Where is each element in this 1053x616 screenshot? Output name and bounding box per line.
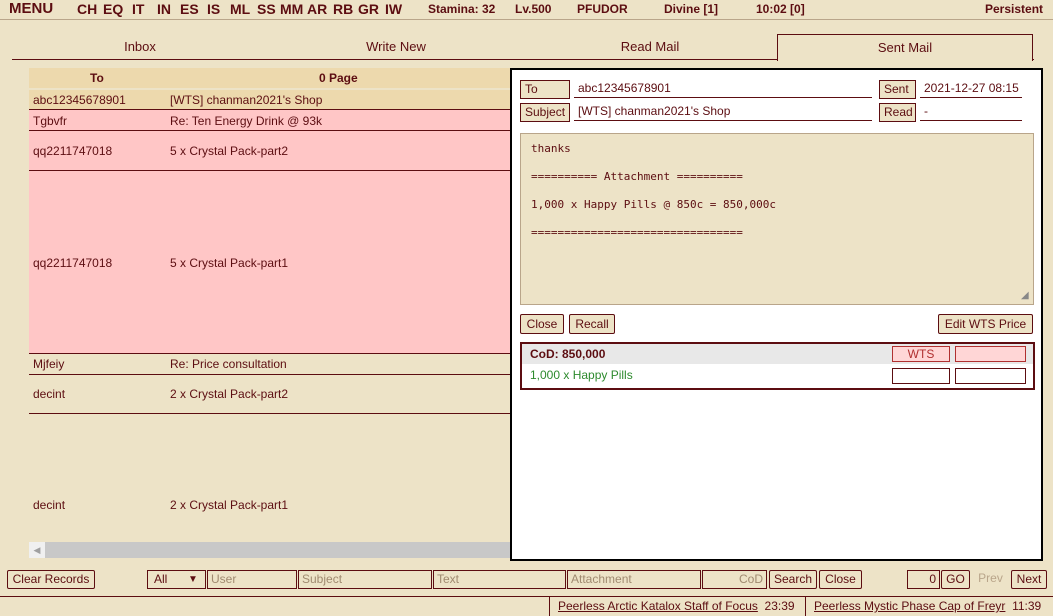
- persistent-label[interactable]: Persistent: [985, 2, 1043, 16]
- row-subject: Re: Price consultation: [170, 357, 287, 371]
- footer-item[interactable]: Peerless Arctic Katalox Staff of Focus 2…: [549, 597, 795, 616]
- nav-link-gr[interactable]: GR: [358, 1, 379, 17]
- footer-item-name[interactable]: Peerless Arctic Katalox Staff of Focus: [558, 599, 758, 613]
- table-row[interactable]: qq2211747018 5 x Crystal Pack-part1: [29, 171, 512, 354]
- character-name: PFUDOR: [577, 2, 628, 16]
- nav-link-ml[interactable]: ML: [230, 1, 250, 17]
- table-row[interactable]: Mjfeiy Re: Price consultation: [29, 354, 512, 375]
- close-search-button[interactable]: Close: [819, 570, 862, 589]
- nav-link-rb[interactable]: RB: [333, 1, 353, 17]
- resize-grip-icon[interactable]: ◢: [1021, 291, 1031, 301]
- text-input[interactable]: Text: [433, 570, 566, 589]
- table-row[interactable]: decint 2 x Crystal Pack-part1: [29, 414, 512, 542]
- row-to: abc12345678901: [33, 93, 126, 107]
- item-price-box: [955, 368, 1026, 384]
- sent-field: 2021-12-27 08:15: [920, 80, 1022, 98]
- footer-item-time: 11:39: [1012, 599, 1042, 613]
- next-button[interactable]: Next: [1011, 570, 1047, 589]
- clear-records-button[interactable]: Clear Records: [7, 570, 95, 589]
- mail-body-textarea[interactable]: thanks ========== Attachment ========== …: [520, 133, 1034, 305]
- row-to: qq2211747018: [33, 144, 113, 158]
- subject-input[interactable]: Subject: [298, 570, 432, 589]
- mail-tabs: Inbox Write New Read Mail Sent Mail: [12, 34, 1034, 61]
- nav-link-es[interactable]: ES: [180, 1, 199, 17]
- horizontal-scrollbar[interactable]: ◀: [29, 542, 512, 558]
- nav-link-ar[interactable]: AR: [307, 1, 327, 17]
- nav-link-iw[interactable]: IW: [385, 1, 402, 17]
- table-row[interactable]: Tgbvfr Re: Ten Energy Drink @ 93k: [29, 110, 512, 131]
- row-to: Tgbvfr: [33, 114, 68, 128]
- subject-field: [WTS] chanman2021's Shop: [574, 103, 872, 121]
- row-subject: 2 x Crystal Pack-part2: [170, 387, 289, 401]
- nav-link-ss[interactable]: SS: [257, 1, 276, 17]
- row-to: Mjfeiy: [33, 357, 65, 371]
- read-field: -: [920, 103, 1022, 121]
- tab-sent-mail[interactable]: Sent Mail: [777, 34, 1033, 61]
- cod-amount: CoD: 850,000: [530, 347, 606, 361]
- footer-item[interactable]: Peerless Mystic Phase Cap of Freyr 11:39: [805, 597, 1041, 616]
- edit-wts-price-button[interactable]: Edit WTS Price: [938, 314, 1033, 334]
- wts-price-box: [955, 346, 1026, 362]
- mail-detail-pane: To abc12345678901 Sent 2021-12-27 08:15 …: [510, 68, 1043, 561]
- row-subject: Re: Ten Energy Drink @ 93k: [170, 114, 323, 128]
- sent-label: Sent: [879, 80, 916, 99]
- to-label: To: [520, 80, 570, 99]
- tab-write-new[interactable]: Write New: [268, 34, 524, 60]
- cod-row: CoD: 850,000 WTS: [522, 344, 1033, 364]
- nav-link-in[interactable]: IN: [157, 1, 171, 17]
- user-input[interactable]: User: [207, 570, 297, 589]
- chevron-down-icon: ▼: [188, 574, 198, 585]
- attachment-box: CoD: 850,000 WTS 1,000 x Happy Pills: [520, 342, 1035, 390]
- read-label: Read: [879, 103, 916, 122]
- nav-link-ch[interactable]: CH: [77, 1, 97, 17]
- prev-button[interactable]: Prev: [972, 570, 1009, 589]
- difficulty-display: Divine [1]: [664, 2, 719, 16]
- col-page-header: 0 Page: [319, 71, 358, 85]
- page-input[interactable]: 0: [907, 570, 940, 589]
- wts-badge: WTS: [892, 346, 950, 362]
- table-row[interactable]: abc12345678901 [WTS] chanman2021's Shop: [29, 90, 512, 110]
- footer-item-time: 23:39: [764, 599, 795, 613]
- level-display: Lv.500: [515, 2, 552, 16]
- mail-list: To 0 Page abc12345678901 [WTS] chanman20…: [29, 68, 512, 558]
- nav-link-it[interactable]: IT: [132, 1, 144, 17]
- to-field: abc12345678901: [574, 80, 872, 98]
- attachment-item: 1,000 x Happy Pills: [530, 368, 633, 382]
- footer-bar: Peerless Arctic Katalox Staff of Focus 2…: [0, 596, 1053, 616]
- tab-inbox[interactable]: Inbox: [12, 34, 268, 60]
- nav-link-mm[interactable]: MM: [280, 1, 303, 17]
- search-button[interactable]: Search: [769, 570, 817, 589]
- table-row[interactable]: qq2211747018 5 x Crystal Pack-part2: [29, 131, 512, 171]
- tab-read-mail[interactable]: Read Mail: [522, 34, 778, 60]
- recall-button[interactable]: Recall: [569, 314, 615, 334]
- row-to: decint: [33, 387, 66, 401]
- close-mail-button[interactable]: Close: [520, 314, 564, 334]
- filter-select[interactable]: All ▼: [147, 570, 206, 589]
- nav-link-is[interactable]: IS: [207, 1, 220, 17]
- row-subject: 2 x Crystal Pack-part1: [170, 498, 289, 512]
- footer-item-name[interactable]: Peerless Mystic Phase Cap of Freyr: [814, 599, 1005, 613]
- cod-input[interactable]: CoD: [702, 570, 767, 589]
- nav-link-eq[interactable]: EQ: [103, 1, 123, 17]
- row-to: decint: [33, 498, 66, 512]
- row-subject: 5 x Crystal Pack-part1: [170, 256, 289, 270]
- filter-value: All: [154, 572, 168, 586]
- stamina-display: Stamina: 32: [428, 2, 496, 16]
- list-header: To 0 Page: [29, 68, 512, 88]
- top-nav-bar: MENU CH EQ IT IN ES IS ML SS MM AR RB GR…: [0, 0, 1053, 20]
- subject-label: Subject: [520, 103, 570, 122]
- go-button[interactable]: GO: [941, 570, 970, 589]
- row-subject: 5 x Crystal Pack-part2: [170, 144, 289, 158]
- scroll-left-icon[interactable]: ◀: [29, 542, 45, 558]
- table-row[interactable]: decint 2 x Crystal Pack-part2: [29, 375, 512, 414]
- menu-link[interactable]: MENU: [9, 0, 53, 17]
- attachment-input[interactable]: Attachment: [567, 570, 701, 589]
- item-quantity-box: [892, 368, 950, 384]
- col-to-header[interactable]: To: [90, 71, 104, 85]
- clock-display: 10:02 [0]: [756, 2, 805, 16]
- row-to: qq2211747018: [33, 256, 113, 270]
- row-subject: [WTS] chanman2021's Shop: [170, 93, 323, 107]
